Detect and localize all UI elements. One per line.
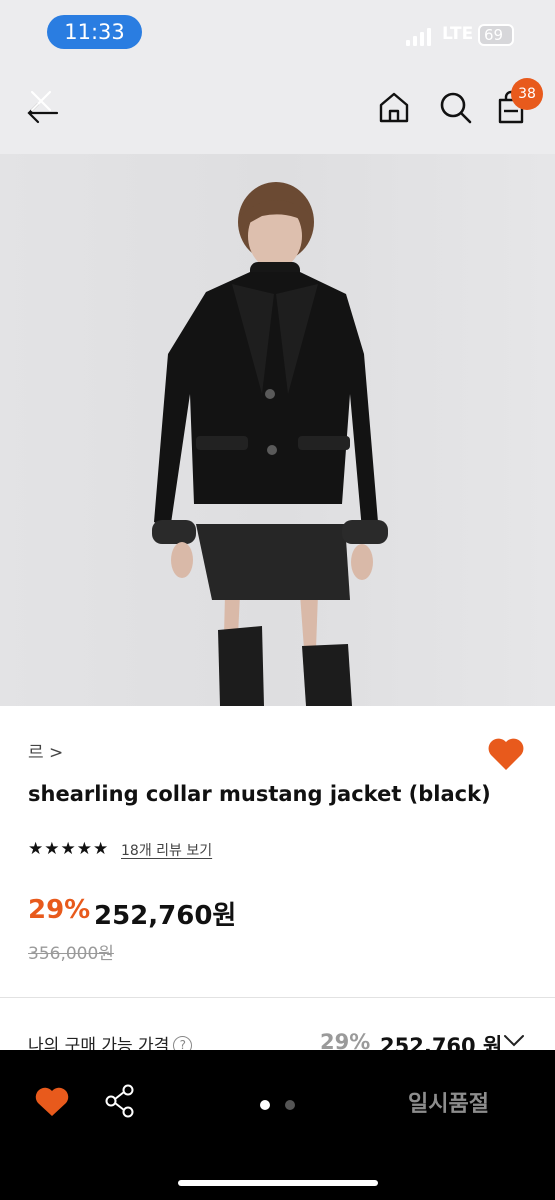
brand-link[interactable]: 르 > bbox=[28, 738, 63, 763]
divider bbox=[0, 997, 555, 998]
soldout-button[interactable]: 일시품절 bbox=[408, 1086, 489, 1118]
search-button[interactable] bbox=[437, 89, 473, 125]
chevron-down-icon[interactable] bbox=[503, 1033, 525, 1049]
bottom-action-bar: 일시품절 bbox=[0, 1050, 555, 1200]
battery-icon: 69 bbox=[478, 24, 514, 46]
heart-icon bbox=[35, 1087, 69, 1116]
close-icon bbox=[30, 90, 52, 112]
signal-icon bbox=[406, 28, 434, 46]
page-dot-active bbox=[260, 1100, 270, 1110]
cart-count-badge: 38 bbox=[511, 78, 543, 110]
star-rating: ★★★★★ bbox=[28, 839, 110, 859]
heart-icon bbox=[488, 738, 524, 770]
status-bar: 11:33 LTE 69 bbox=[0, 0, 555, 62]
status-time: 11:33 bbox=[47, 15, 142, 49]
sale-price: 252,760원 bbox=[94, 901, 237, 931]
page-dot bbox=[285, 1100, 295, 1110]
share-icon bbox=[105, 1084, 134, 1118]
carrier-label: LTE bbox=[442, 24, 474, 44]
product-photo bbox=[0, 154, 555, 706]
review-link[interactable]: 18개 리뷰 보기 bbox=[121, 840, 212, 860]
home-indicator bbox=[178, 1180, 378, 1186]
product-title: shearling collar mustang jacket (black) bbox=[28, 782, 491, 806]
original-price: 356,000원 bbox=[28, 944, 114, 964]
back-arrow-icon bbox=[27, 102, 59, 124]
wishlist-bar-button[interactable] bbox=[35, 1087, 69, 1117]
wishlist-button[interactable] bbox=[487, 736, 525, 772]
home-icon bbox=[379, 92, 409, 123]
back-button[interactable] bbox=[24, 89, 60, 125]
search-icon bbox=[440, 92, 472, 124]
product-image[interactable] bbox=[0, 154, 555, 706]
home-button[interactable] bbox=[376, 89, 412, 125]
discount-rate: 29% bbox=[28, 895, 91, 925]
share-button[interactable] bbox=[104, 1084, 136, 1118]
top-header bbox=[0, 62, 555, 154]
